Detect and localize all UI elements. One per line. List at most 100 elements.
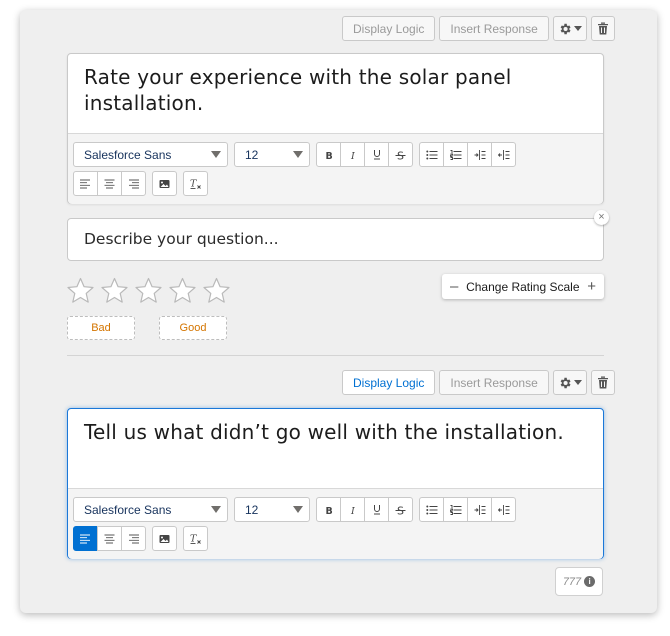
indent-button[interactable]: [467, 497, 492, 522]
caret-down-icon: [211, 506, 221, 513]
decrease-scale-button[interactable]: –: [450, 278, 458, 295]
outdent-button[interactable]: [491, 142, 516, 167]
svg-text:T: T: [190, 534, 197, 545]
question-description-input[interactable]: Describe your question...: [67, 218, 604, 261]
svg-text:B: B: [325, 151, 332, 160]
indent-button[interactable]: [467, 142, 492, 167]
bulleted-list-button[interactable]: [419, 497, 444, 522]
image-icon: [159, 534, 170, 543]
display-logic-button[interactable]: Display Logic: [342, 16, 436, 41]
caret-down-icon: [293, 506, 303, 513]
italic-icon: I: [350, 151, 355, 160]
bold-button[interactable]: B: [316, 142, 341, 167]
info-icon[interactable]: i: [584, 576, 596, 587]
insert-image-button[interactable]: [152, 526, 177, 551]
italic-button[interactable]: I: [340, 497, 365, 522]
display-logic-button[interactable]: Display Logic: [342, 370, 436, 395]
underline-button[interactable]: [364, 142, 389, 167]
gear-icon: [560, 377, 571, 388]
character-count: 777: [562, 575, 582, 588]
strikethrough-icon: S: [395, 504, 406, 516]
insert-image-group: [152, 526, 177, 551]
align-left-button[interactable]: [73, 526, 98, 551]
svg-text:I: I: [350, 506, 355, 515]
chevron-down-icon: [573, 379, 582, 385]
font-size-value: 12: [245, 147, 259, 162]
align-right-button[interactable]: [121, 171, 146, 196]
insert-response-button[interactable]: Insert Response: [439, 16, 549, 41]
bulleted-list-button[interactable]: [419, 142, 444, 167]
bold-button[interactable]: B: [316, 497, 341, 522]
align-right-icon: [129, 534, 139, 543]
svg-text:T: T: [190, 179, 197, 190]
question1-editor[interactable]: Rate your experience with the solar pane…: [67, 53, 604, 204]
star-icon[interactable]: [134, 277, 163, 304]
question2-text[interactable]: Tell us what didn’t go well with the ins…: [68, 409, 603, 488]
question2-editor[interactable]: Tell us what didn’t go well with the ins…: [67, 408, 604, 559]
chevron-down-icon: [573, 25, 582, 31]
star-icon[interactable]: [202, 277, 231, 304]
strikethrough-icon: S: [395, 149, 406, 161]
star-icon[interactable]: [66, 277, 95, 304]
outdent-button[interactable]: [491, 497, 516, 522]
rich-text-toolbar: Salesforce Sans 12 B I S T: [68, 488, 603, 559]
clear-formatting-button[interactable]: T: [183, 526, 208, 551]
image-icon: [159, 179, 170, 188]
settings-menu-button[interactable]: [552, 16, 587, 41]
outdent-icon: [497, 149, 509, 160]
alignment-group: [73, 171, 146, 196]
font-size-select[interactable]: 12: [234, 142, 310, 167]
align-center-icon: [104, 534, 115, 543]
italic-button[interactable]: I: [340, 142, 365, 167]
font-size-select[interactable]: 12: [234, 497, 310, 522]
font-family-value: Salesforce Sans: [84, 147, 172, 162]
numbered-list-icon: [449, 149, 461, 160]
gear-icon: [560, 23, 571, 34]
font-family-select[interactable]: Salesforce Sans: [73, 142, 228, 167]
list-indent-group: [419, 142, 516, 167]
increase-scale-button[interactable]: +: [587, 278, 596, 295]
align-center-button[interactable]: [97, 171, 122, 196]
align-left-icon: [80, 534, 90, 543]
delete-question-button[interactable]: [590, 16, 615, 41]
text-style-group: B I S: [316, 497, 413, 522]
strikethrough-button[interactable]: S: [388, 142, 413, 167]
numbered-list-button[interactable]: [443, 142, 468, 167]
settings-menu-button[interactable]: [552, 370, 587, 395]
font-family-value: Salesforce Sans: [84, 502, 172, 517]
star-icon[interactable]: [100, 277, 129, 304]
low-rating-label[interactable]: Bad: [67, 316, 135, 340]
insert-image-button[interactable]: [152, 171, 177, 196]
clear-format-icon: T: [190, 179, 201, 190]
align-center-button[interactable]: [97, 526, 122, 551]
indent-icon: [474, 504, 485, 515]
align-left-icon: [80, 179, 90, 188]
underline-button[interactable]: [364, 497, 389, 522]
strikethrough-button[interactable]: S: [388, 497, 413, 522]
list-indent-group: [419, 497, 516, 522]
rich-text-toolbar: Salesforce Sans 12 B I S T: [68, 133, 603, 204]
font-family-select[interactable]: Salesforce Sans: [73, 497, 228, 522]
numbered-list-button[interactable]: [443, 497, 468, 522]
clear-format-group: T: [183, 171, 208, 196]
trash-icon: [597, 376, 608, 389]
close-description-button[interactable]: ×: [594, 210, 609, 225]
question1-text[interactable]: Rate your experience with the solar pane…: [68, 54, 603, 133]
indent-icon: [474, 149, 485, 160]
align-left-button[interactable]: [73, 171, 98, 196]
delete-question-button[interactable]: [590, 370, 615, 395]
align-right-button[interactable]: [121, 526, 146, 551]
font-size-value: 12: [245, 502, 259, 517]
align-right-icon: [129, 179, 139, 188]
bulleted-list-icon: [425, 150, 437, 159]
star-icon[interactable]: [168, 277, 197, 304]
high-rating-label[interactable]: Good: [159, 316, 227, 340]
clear-formatting-button[interactable]: T: [183, 171, 208, 196]
svg-text:I: I: [350, 151, 355, 160]
bold-icon: B: [325, 151, 332, 160]
caret-down-icon: [211, 151, 221, 158]
caret-down-icon: [293, 151, 303, 158]
italic-icon: I: [350, 506, 355, 515]
insert-response-button[interactable]: Insert Response: [439, 370, 549, 395]
text-style-group: B I S: [316, 142, 413, 167]
